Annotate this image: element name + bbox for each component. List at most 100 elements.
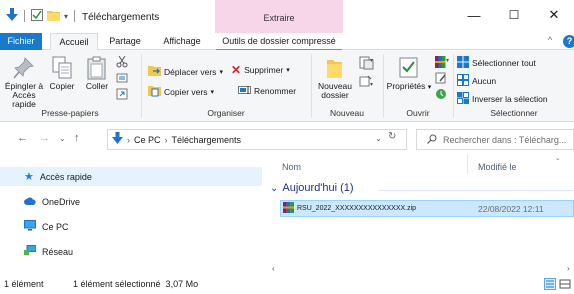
group-label-nouveau: Nouveau bbox=[329, 108, 365, 118]
winrar-archive-icon bbox=[283, 202, 294, 215]
move-to-button[interactable]: Déplacer vers ▾ bbox=[148, 65, 223, 78]
edit-icon[interactable] bbox=[435, 72, 447, 86]
new-item-icon[interactable]: ▾ bbox=[358, 56, 374, 72]
file-row[interactable]: RSU_2022_XXXXXXXXXXXXXXX.zip 22/08/2022 … bbox=[280, 200, 574, 217]
tab-accueil[interactable]: Accueil bbox=[50, 33, 98, 51]
select-none-label: Aucun bbox=[472, 76, 497, 86]
properties-quick-icon[interactable] bbox=[31, 9, 43, 23]
dropdown-chevron-icon: ▾ bbox=[210, 89, 214, 96]
nav-item-onedrive[interactable]: OneDrive bbox=[0, 192, 262, 211]
tab-partage[interactable]: Partage bbox=[104, 33, 146, 50]
status-item-count: 1 élément bbox=[4, 279, 44, 289]
up-arrow-icon[interactable]: ↑ bbox=[74, 132, 80, 144]
quick-access-toolbar: ▾ bbox=[6, 8, 77, 24]
recent-locations-chevron-icon[interactable]: ⌄ bbox=[59, 134, 66, 143]
ribbon: Épingler à Accès rapide Copier Coller Pr… bbox=[0, 50, 574, 122]
file-modified-date: 22/08/2022 12:11 bbox=[478, 203, 544, 214]
copy-to-button[interactable]: Copier vers ▾ bbox=[148, 85, 214, 99]
nav-item-label: OneDrive bbox=[42, 196, 81, 207]
tab-affichage[interactable]: Affichage bbox=[158, 33, 206, 50]
cut-icon[interactable] bbox=[116, 55, 128, 70]
nav-item-label: Réseau bbox=[42, 246, 74, 257]
easy-access-icon[interactable]: ▾ bbox=[358, 74, 374, 90]
back-arrow-icon[interactable]: ← bbox=[17, 132, 28, 144]
large-icons-view-button[interactable] bbox=[559, 278, 571, 290]
group-label-presse-papiers: Presse-papiers bbox=[41, 108, 99, 118]
breadcrumb-telechargements[interactable]: Téléchargements bbox=[172, 135, 242, 145]
address-bar[interactable]: › Ce PC › Téléchargements ⌄ bbox=[107, 129, 407, 150]
rename-button[interactable]: Renommer bbox=[238, 85, 296, 97]
copy-folder-icon bbox=[148, 85, 161, 99]
dropdown-chevron-icon: ▾ bbox=[219, 68, 223, 76]
svg-text:▾: ▾ bbox=[370, 58, 373, 64]
computer-icon bbox=[24, 220, 36, 233]
file-list: Nom Modifié le ⌄ ⌄ Aujourd'hui (1) RSU_2… bbox=[270, 154, 574, 274]
new-folder-label-line2: dossier bbox=[321, 90, 349, 100]
column-header-modifie-le[interactable]: Modifié le bbox=[478, 162, 517, 172]
pin-quick-access-button[interactable]: Épingler à Accès rapide bbox=[4, 56, 44, 109]
navigation-pane: ★ Accès rapide OneDrive Ce PC Réseau bbox=[0, 154, 270, 274]
copy-button[interactable]: Copier bbox=[46, 56, 78, 91]
search-box[interactable]: Rechercher dans : Télécharg... bbox=[416, 129, 574, 150]
history-icon[interactable] bbox=[435, 88, 447, 102]
breadcrumb-separator-icon: › bbox=[164, 134, 168, 145]
dropdown-chevron-icon: ▾ bbox=[286, 67, 290, 74]
minimize-button[interactable]: — bbox=[454, 0, 494, 30]
network-icon bbox=[24, 245, 37, 258]
tab-outils-dossier-compresse[interactable]: Outils de dossier compressé bbox=[216, 33, 342, 50]
search-placeholder: Rechercher dans : Télécharg... bbox=[443, 134, 567, 145]
new-folder-button[interactable]: Nouveau dossier bbox=[314, 56, 356, 100]
contextual-tab-label: Extraire bbox=[263, 13, 295, 23]
copy-label: Copier bbox=[49, 81, 75, 91]
horizontal-scrollbar[interactable]: ‹ › bbox=[270, 264, 574, 274]
contextual-tab-header: Extraire bbox=[215, 0, 343, 33]
forward-arrow-icon[interactable]: → bbox=[39, 132, 50, 144]
group-label-selectionner: Sélectionner bbox=[490, 108, 538, 118]
clipboard-icon bbox=[86, 56, 108, 82]
invert-selection-button[interactable]: Inverser la sélection bbox=[457, 92, 548, 106]
breadcrumb-separator-icon: › bbox=[127, 134, 130, 145]
paste-button[interactable]: Coller bbox=[80, 56, 114, 91]
svg-text:▾: ▾ bbox=[370, 82, 373, 88]
select-all-label: Sélectionner tout bbox=[472, 58, 536, 68]
window-title: Téléchargements bbox=[82, 12, 160, 23]
refresh-icon[interactable]: ↻ bbox=[388, 131, 396, 142]
group-header-label: Aujourd'hui (1) bbox=[282, 182, 354, 194]
address-row: ← → ⌄ ↑ › Ce PC › Téléchargements ⌄ ↻ Re… bbox=[0, 124, 574, 154]
tab-fichier[interactable]: Fichier bbox=[0, 33, 42, 50]
details-view-icon bbox=[546, 280, 554, 288]
nav-item-ce-pc[interactable]: Ce PC bbox=[0, 217, 262, 236]
delete-x-icon: ✕ bbox=[231, 63, 242, 77]
properties-button[interactable]: Propriétés ▾ bbox=[386, 56, 432, 92]
group-divider-line bbox=[378, 190, 574, 191]
winrar-open-icon[interactable]: ▾ bbox=[435, 56, 449, 70]
nav-item-reseau[interactable]: Réseau bbox=[0, 242, 262, 261]
customize-toolbar-icon[interactable]: ▾ bbox=[64, 12, 68, 21]
delete-button[interactable]: ✕ Supprimer ▾ bbox=[231, 63, 290, 77]
large-icons-view-icon bbox=[559, 279, 571, 289]
select-all-icon bbox=[457, 56, 469, 70]
nav-item-acces-rapide[interactable]: ★ Accès rapide bbox=[0, 167, 262, 186]
help-icon[interactable]: ? bbox=[563, 35, 574, 48]
paste-shortcut-icon[interactable] bbox=[116, 88, 128, 102]
group-header-today[interactable]: ⌄ Aujourd'hui (1) bbox=[270, 182, 354, 194]
details-view-button[interactable] bbox=[544, 278, 556, 290]
close-button[interactable]: ✕ bbox=[534, 0, 574, 30]
column-header-nom[interactable]: Nom bbox=[282, 162, 301, 172]
invert-selection-icon bbox=[457, 92, 469, 106]
select-none-icon bbox=[457, 74, 469, 88]
paste-label: Coller bbox=[85, 81, 109, 91]
copy-path-icon[interactable] bbox=[116, 72, 128, 86]
select-none-button[interactable]: Aucun bbox=[457, 74, 496, 88]
maximize-button[interactable]: ☐ bbox=[494, 0, 534, 30]
invert-selection-label: Inverser la sélection bbox=[472, 94, 548, 104]
select-all-button[interactable]: Sélectionner tout bbox=[457, 56, 536, 70]
collapse-ribbon-button[interactable]: ^ bbox=[548, 35, 552, 45]
scroll-left-arrow-icon[interactable]: ‹ bbox=[272, 264, 275, 273]
breadcrumb-ce-pc[interactable]: Ce PC bbox=[134, 135, 161, 145]
move-folder-icon bbox=[148, 65, 161, 78]
scroll-right-arrow-icon[interactable]: › bbox=[567, 264, 570, 273]
new-folder-quick-icon[interactable] bbox=[47, 10, 60, 23]
address-dropdown-chevron-icon[interactable]: ⌄ bbox=[375, 134, 382, 143]
toolbar-divider bbox=[24, 10, 25, 22]
